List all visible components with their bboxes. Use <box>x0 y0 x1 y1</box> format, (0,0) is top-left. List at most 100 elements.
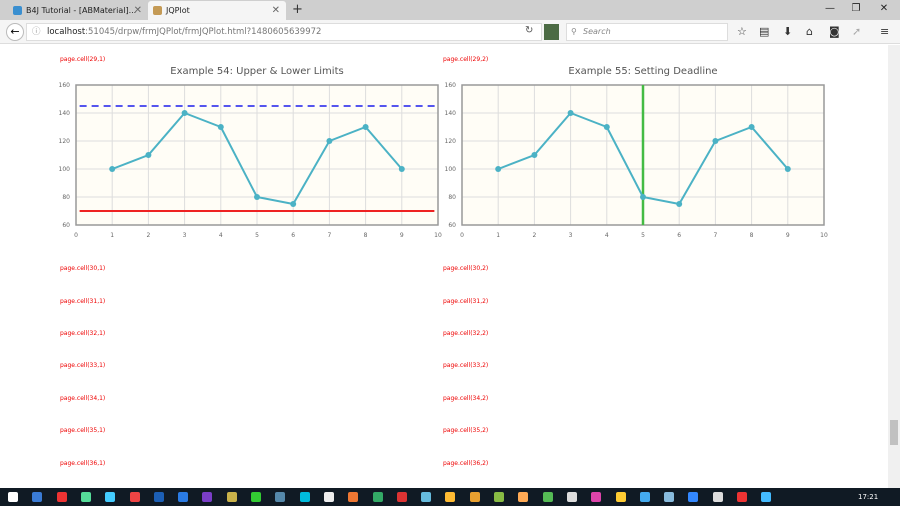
data-point <box>676 201 683 207</box>
data-point <box>495 166 502 172</box>
page-cell-label: page.cell(34,2) <box>443 395 489 402</box>
x-tick-label: 0 <box>460 232 464 239</box>
taskbar-app-icon[interactable] <box>56 492 67 502</box>
y-tick-label: 80 <box>448 194 456 201</box>
taskbar-app-icon[interactable] <box>421 492 432 502</box>
taskbar-app-icon[interactable] <box>372 492 383 502</box>
taskbar-app-icon[interactable] <box>712 492 723 502</box>
x-tick-label: 8 <box>750 232 754 239</box>
taskbar-app-icon[interactable] <box>542 492 553 502</box>
new-tab-button[interactable]: + <box>292 0 303 20</box>
data-point <box>290 201 297 207</box>
taskbar-app-icon[interactable] <box>226 492 237 502</box>
data-point <box>217 124 224 130</box>
y-tick-label: 140 <box>445 110 457 117</box>
taskbar-app-icon[interactable] <box>202 492 213 502</box>
scrollbar[interactable] <box>888 45 900 488</box>
x-tick-label: 7 <box>713 232 717 239</box>
taskbar-app-icon[interactable] <box>396 492 407 502</box>
x-tick-label: 6 <box>291 232 295 239</box>
taskbar-app-icon[interactable] <box>323 492 334 502</box>
taskbar-app-icon[interactable] <box>178 492 189 502</box>
page-cell-label: page.cell(34,1) <box>60 395 106 402</box>
tab-jqplot[interactable]: JQPlot ✕ <box>148 1 286 20</box>
taskbar-app-icon[interactable] <box>105 492 116 502</box>
data-point <box>326 138 333 144</box>
taskbar-app-icon[interactable] <box>445 492 456 502</box>
taskbar-app-icon[interactable] <box>664 492 675 502</box>
y-tick-label: 60 <box>448 222 456 229</box>
x-tick-label: 2 <box>146 232 150 239</box>
x-tick-label: 9 <box>400 232 404 239</box>
search-icon[interactable] <box>32 492 43 502</box>
data-point <box>109 166 116 172</box>
minimize-button[interactable]: — <box>820 0 840 18</box>
reload-icon[interactable]: ↻ <box>525 23 533 39</box>
back-button[interactable]: ← <box>6 23 24 41</box>
taskbar-app-icon[interactable] <box>518 492 529 502</box>
y-tick-label: 80 <box>62 194 70 201</box>
data-point <box>398 166 405 172</box>
site-icon <box>153 6 162 15</box>
close-tab-icon[interactable]: ✕ <box>272 1 280 20</box>
data-point <box>640 194 646 200</box>
home-icon[interactable]: ⌂ <box>806 24 813 40</box>
taskbar-app-icon[interactable] <box>153 492 164 502</box>
data-point <box>712 138 719 144</box>
chart-title: Example 54: Upper & Lower Limits <box>170 66 344 77</box>
scrollbar-thumb[interactable] <box>890 420 898 445</box>
x-tick-label: 9 <box>786 232 790 239</box>
close-window-button[interactable]: ✕ <box>874 0 894 18</box>
y-tick-label: 140 <box>59 110 71 117</box>
extension-icon[interactable] <box>544 24 559 40</box>
page-cell-label: page.cell(31,2) <box>443 298 489 305</box>
taskbar-app-icon[interactable] <box>348 492 359 502</box>
url-bar[interactable]: ⓘ localhost:51045/drpw/frmJQPlot/frmJQPlo… <box>26 23 542 41</box>
x-tick-label: 7 <box>327 232 331 239</box>
menu-icon[interactable]: ≡ <box>880 24 889 40</box>
close-tab-icon[interactable]: ✕ <box>134 1 142 20</box>
x-tick-label: 5 <box>255 232 259 239</box>
taskbar-app-icon[interactable] <box>615 492 626 502</box>
taskbar-app-icon[interactable] <box>299 492 310 502</box>
taskbar-app-icon[interactable] <box>275 492 286 502</box>
chart-title: Example 55: Setting Deadline <box>568 66 718 77</box>
site-icon <box>13 6 22 15</box>
taskbar-app-icon[interactable] <box>251 492 261 502</box>
x-tick-label: 0 <box>74 232 78 239</box>
restore-button[interactable]: ❐ <box>846 0 866 18</box>
taskbar-app-icon[interactable] <box>566 492 577 502</box>
page-cell-label: page.cell(29,1) <box>60 56 106 63</box>
taskbar-app-icon[interactable] <box>591 492 602 502</box>
nav-bar: ← ⓘ localhost:51045/drpw/frmJQPlot/frmJQP… <box>0 20 900 44</box>
y-tick-label: 100 <box>445 166 457 173</box>
page-cell-label: page.cell(30,1) <box>60 265 106 272</box>
taskbar-app-icon[interactable] <box>129 492 140 502</box>
data-point <box>254 194 260 200</box>
data-point <box>567 110 574 116</box>
data-point <box>145 152 152 158</box>
start-icon[interactable] <box>8 492 18 502</box>
taskbar-app-icon[interactable] <box>494 492 504 502</box>
taskbar-app-icon[interactable] <box>80 492 91 502</box>
download-icon[interactable]: ⬇ <box>783 24 792 40</box>
search-input[interactable]: ⚲ Search <box>566 23 728 41</box>
page-cell-label: page.cell(33,2) <box>443 362 489 369</box>
page-cell-label: page.cell(36,1) <box>60 460 106 467</box>
info-icon: ⓘ <box>32 27 41 37</box>
taskbar-app-icon[interactable] <box>639 492 650 502</box>
bookmark-star-icon[interactable]: ☆ <box>737 24 747 40</box>
taskbar-app-icon[interactable] <box>761 492 772 502</box>
page-cell-label: page.cell(31,1) <box>60 298 106 305</box>
taskbar-app-icon[interactable] <box>737 492 747 502</box>
pocket-icon[interactable]: ◙ <box>829 24 840 40</box>
taskbar-app-icon[interactable] <box>469 492 480 502</box>
page-cell-label: page.cell(32,1) <box>60 330 106 337</box>
reading-list-icon[interactable]: ▤ <box>759 24 769 40</box>
tab-bar: B4J Tutorial - [ABMaterial]... ✕ JQPlot ✕ … <box>0 0 900 20</box>
taskbar-app-icon[interactable] <box>688 492 699 502</box>
y-tick-label: 100 <box>59 166 71 173</box>
x-tick-label: 2 <box>532 232 536 239</box>
tab-b4j-tutorial[interactable]: B4J Tutorial - [ABMaterial]... ✕ <box>8 1 148 20</box>
share-icon[interactable]: ➚ <box>852 24 861 40</box>
